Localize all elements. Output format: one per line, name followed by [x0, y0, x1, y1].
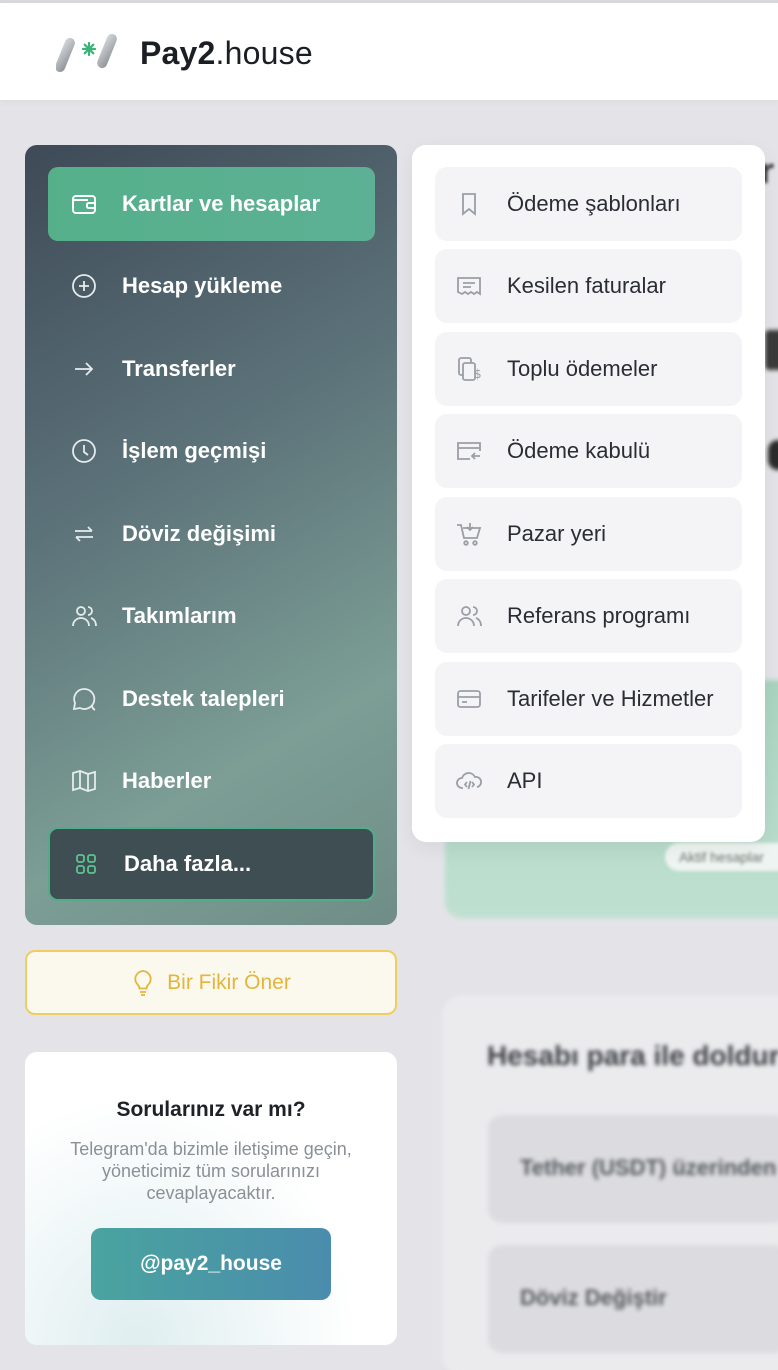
clock-icon — [70, 437, 98, 465]
logo-icon[interactable] — [56, 31, 122, 75]
background-row-label: Döviz Değiştir — [520, 1285, 667, 1310]
cart-icon — [455, 520, 483, 548]
help-text: Telegram'da bizimle iletişime geçin, yön… — [70, 1139, 352, 1203]
brand-name[interactable]: Pay2.house — [140, 33, 313, 73]
background-row: Döviz Değiştir — [488, 1245, 778, 1353]
lightbulb-icon — [131, 969, 155, 997]
book-icon — [70, 767, 98, 795]
brand-name-bold: Pay2 — [140, 35, 216, 71]
menu-item-label: Pazar yeri — [507, 521, 607, 546]
menu-item-label: Kesilen faturalar — [507, 273, 666, 298]
menu-item-label: Referans programı — [507, 603, 691, 628]
background-fragment — [765, 330, 778, 370]
background-pill: Aktif hesaplar — [665, 843, 778, 871]
users-icon — [70, 602, 98, 630]
sidebar-item-label: Takımlarım — [122, 603, 237, 628]
menu-item-marketplace[interactable]: Pazar yeri — [435, 497, 742, 571]
users-icon — [455, 602, 483, 630]
menu-item-label: Ödeme kabulü — [507, 438, 651, 463]
receipt-icon — [455, 272, 483, 300]
more-dropdown-menu: Ödeme şablonları Kesilen faturalar $ Top… — [412, 145, 765, 842]
background-row-label: Tether (USDT) üzerinden — [520, 1155, 777, 1180]
background-panel-title: Hesabı para ile doldur — [487, 1040, 778, 1071]
menu-item-label: API — [507, 768, 543, 793]
menu-item-api[interactable]: API — [435, 744, 742, 818]
cloud-code-icon — [455, 767, 483, 795]
sidebar-item-cards[interactable]: Kartlar ve hesaplar — [48, 167, 375, 241]
menu-item-referral[interactable]: Referans programı — [435, 579, 742, 653]
wallet-icon — [70, 190, 98, 218]
exchange-icon — [70, 520, 98, 548]
sidebar-item-label: Hesap yükleme — [122, 273, 283, 298]
menu-item-label: Tarifeler ve Hizmetler — [507, 686, 714, 711]
sidebar-item-label: Döviz değişimi — [122, 521, 277, 546]
svg-text:$: $ — [474, 367, 482, 381]
plus-circle-icon — [70, 272, 98, 300]
sidebar-item-history[interactable]: İşlem geçmişi — [48, 414, 375, 488]
menu-item-invoices[interactable]: Kesilen faturalar — [435, 249, 742, 323]
sidebar-item-transfers[interactable]: Transferler — [48, 332, 375, 406]
grid-icon — [72, 850, 100, 878]
telegram-button[interactable]: @pay2_house — [91, 1228, 331, 1300]
sidebar-item-support[interactable]: Destek talepleri — [48, 662, 375, 736]
sidebar-item-exchange[interactable]: Döviz değişimi — [48, 497, 375, 571]
sidebar-item-label: İşlem geçmişi — [122, 438, 267, 463]
background-fragment — [768, 440, 778, 470]
sidebar-item-more[interactable]: Daha fazla... — [48, 827, 375, 901]
sidebar-item-news[interactable]: Haberler — [48, 744, 375, 818]
sidebar-item-top-up[interactable]: Hesap yükleme — [48, 249, 375, 323]
bookmark-icon — [455, 190, 483, 218]
menu-item-payment-acceptance[interactable]: Ödeme kabulü — [435, 414, 742, 488]
menu-item-label: Ödeme şablonları — [507, 191, 681, 216]
sidebar: Kartlar ve hesaplar Hesap yükleme Transf… — [25, 145, 397, 925]
background-row: Tether (USDT) üzerinden — [488, 1115, 778, 1223]
help-title: Sorularınız var mı? — [116, 1098, 306, 1121]
card-icon — [455, 685, 483, 713]
brand-name-light: .house — [215, 35, 313, 71]
sidebar-item-teams[interactable]: Takımlarım — [48, 579, 375, 653]
suggest-idea-button[interactable]: Bir Fikir Öner — [25, 950, 397, 1015]
bulk-payment-icon: $ — [455, 355, 483, 383]
help-card: Sorularınız var mı? Telegram'da bizimle … — [25, 1052, 397, 1345]
sidebar-item-label: Transferler — [122, 356, 236, 381]
arrow-right-icon — [70, 355, 98, 383]
menu-item-tariffs[interactable]: Tarifeler ve Hizmetler — [435, 662, 742, 736]
menu-item-label: Toplu ödemeler — [507, 356, 658, 381]
card-in-icon — [455, 437, 483, 465]
suggest-idea-label: Bir Fikir Öner — [167, 970, 291, 994]
menu-item-payment-templates[interactable]: Ödeme şablonları — [435, 167, 742, 241]
sidebar-item-label: Kartlar ve hesaplar — [122, 191, 321, 216]
sidebar-item-label: Haberler — [122, 768, 212, 793]
sidebar-item-label: Destek talepleri — [122, 686, 285, 711]
menu-item-bulk-payments[interactable]: $ Toplu ödemeler — [435, 332, 742, 406]
header: Pay2.house — [0, 3, 778, 100]
sidebar-item-label: Daha fazla... — [124, 851, 252, 876]
chat-icon — [70, 685, 98, 713]
